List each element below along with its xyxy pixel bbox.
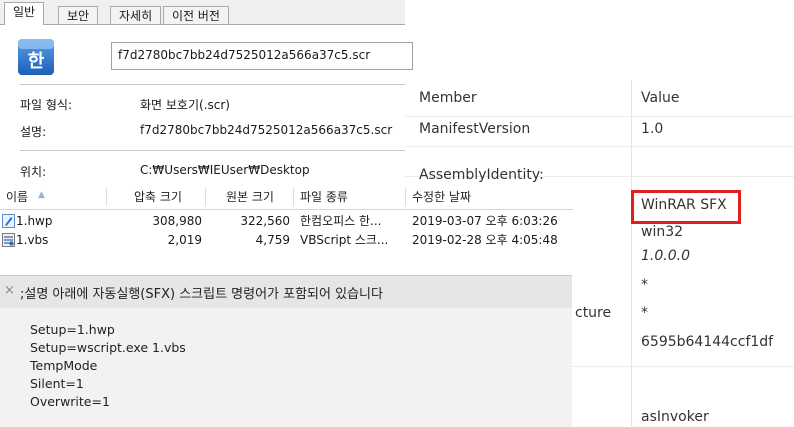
file-type: 한컴오피스 한... [300,214,382,228]
hwp-file-icon [2,214,15,228]
script-line: Setup=wscript.exe 1.vbs [30,340,186,355]
archive-file-list: 이름 ▲ 압축 크기 원본 크기 파일 종류 수정한 날짜 1.hwp 308,… [0,185,573,275]
modified-date: 2019-02-28 오후 4:05:48 [412,233,558,247]
member-column-header[interactable]: Member [419,80,477,116]
column-divider [293,188,294,206]
manifest-value: 1.0.0.0 [641,248,690,264]
manifest-member: ManifestVersion [419,121,531,137]
sort-ascending-icon: ▲ [38,190,45,200]
manifest-member: AssemblyIdentity: [419,167,544,183]
comment-body: Setup=1.hwp Setup=wscript.exe 1.vbs Temp… [0,308,572,427]
manifest-member: cture [575,305,612,321]
divider [20,150,405,151]
vbs-file-icon [2,233,15,247]
column-header-size[interactable]: 원본 크기 [226,185,274,209]
manifest-value: 1.0 [641,121,664,137]
value-column-header[interactable]: Value [641,80,679,116]
file-type: VBScript 스크... [300,233,389,247]
manifest-value: * [641,277,648,293]
list-item[interactable]: 1.hwp 308,980 322,560 한컴오피스 한... 2019-03… [0,212,573,230]
manifest-value: win32 [641,224,684,240]
manifest-value: asInvoker [641,409,709,425]
file-type-value: 화면 보호기(.scr) [140,98,230,112]
row-divider [405,146,794,147]
column-header-modified[interactable]: 수정한 날짜 [412,185,471,209]
list-header: 이름 ▲ 압축 크기 원본 크기 파일 종류 수정한 날짜 [0,185,573,210]
column-header-label: 이름 [6,190,29,204]
close-icon[interactable]: × [4,283,15,298]
description-value: f7d2780bc7bb24d7525012a566a37c5.scr [140,123,393,137]
svg-text:한: 한 [28,51,45,72]
column-divider [405,188,406,206]
file-name: 1.hwp [16,214,53,228]
hancom-app-icon: 한 [18,39,54,75]
comment-title: ;설명 아래에 자동실행(SFX) 스크립트 명령어가 포함되어 있습니다 [20,287,383,302]
script-line: Overwrite=1 [30,394,110,409]
manifest-value: * [641,305,648,321]
tab-details[interactable]: 자세히 [110,6,162,24]
column-header-name[interactable]: 이름 [6,185,28,209]
tab-divider [0,24,405,25]
script-line: Silent=1 [30,376,84,391]
column-header-type[interactable]: 파일 종류 [300,185,348,209]
divider [20,84,405,85]
tab-strip: 일반 보안 자세히 이전 버전 [0,0,405,25]
tab-general[interactable]: 일반 [4,2,45,25]
modified-date: 2019-03-07 오후 6:03:26 [412,214,558,228]
column-divider [631,80,632,426]
tab-previous-versions[interactable]: 이전 버전 [163,6,229,24]
column-divider [106,188,107,206]
file-properties-dialog: 일반 보안 자세히 이전 버전 한 f7d2780bc7bb24d7525012… [0,0,413,182]
highlight-box [631,190,741,224]
list-item[interactable]: 1.vbs 2,019 4,759 VBScript 스크... 2019-02… [0,231,573,249]
location-label: 위치: [20,165,47,179]
original-size: 4,759 [255,233,290,247]
manifest-value: 6595b64144ccf1df [641,334,774,350]
file-type-label: 파일 형식: [20,98,73,112]
packed-size: 308,980 [152,214,202,228]
location-value: C:₩Users₩IEUser₩Desktop [140,163,310,177]
script-line: Setup=1.hwp [30,322,115,337]
script-line: TempMode [30,358,98,373]
description-label: 설명: [20,125,47,139]
filename-field[interactable]: f7d2780bc7bb24d7525012a566a37c5.scr [111,42,413,70]
sfx-comment-pane: × ;설명 아래에 자동실행(SFX) 스크립트 명령어가 포함되어 있습니다 … [0,275,572,427]
column-divider [205,188,206,206]
file-name: 1.vbs [16,233,49,247]
column-header-packed[interactable]: 압축 크기 [134,185,182,209]
row-divider [405,116,794,117]
tab-security[interactable]: 보안 [58,6,99,24]
packed-size: 2,019 [167,233,202,247]
original-size: 322,560 [240,214,290,228]
